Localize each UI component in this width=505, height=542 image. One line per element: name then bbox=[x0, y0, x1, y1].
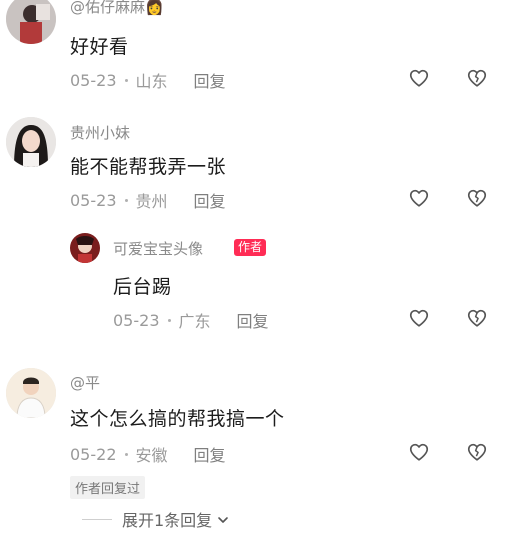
author-badge: 作者 bbox=[234, 239, 267, 256]
expand-replies-button[interactable]: 展开1条回复 bbox=[82, 507, 230, 531]
comment-meta: 05-23 山东 回复 bbox=[70, 68, 226, 92]
author-replied-badge: 作者回复过 bbox=[70, 476, 146, 499]
broken-heart-icon[interactable] bbox=[466, 187, 488, 209]
expand-replies-label: 展开1条回复 bbox=[122, 511, 213, 530]
comment-location: 安徽 bbox=[135, 446, 168, 465]
separator-dot bbox=[124, 452, 128, 456]
comment-text: 好好看 bbox=[70, 36, 129, 58]
comment-username[interactable]: 贵州小妹 bbox=[70, 122, 130, 143]
heart-icon[interactable] bbox=[408, 441, 430, 463]
comment-date: 05-23 bbox=[113, 310, 160, 330]
reply-button[interactable]: 回复 bbox=[237, 308, 269, 332]
separator-dot bbox=[124, 78, 128, 82]
comment-username[interactable]: @平 bbox=[70, 372, 100, 393]
chevron-down-icon bbox=[216, 512, 230, 526]
comment-meta: 05-22 安徽 回复 bbox=[70, 442, 226, 466]
separator-dot bbox=[167, 318, 171, 322]
heart-icon[interactable] bbox=[408, 67, 430, 89]
avatar[interactable] bbox=[70, 233, 100, 263]
reply-text: 后台踢 bbox=[113, 276, 172, 298]
comment-meta: 05-23 广东 回复 bbox=[113, 308, 269, 332]
comment-date: 05-23 bbox=[70, 190, 117, 210]
avatar[interactable] bbox=[6, 117, 56, 167]
reply-button[interactable]: 回复 bbox=[194, 188, 226, 212]
broken-heart-icon[interactable] bbox=[466, 441, 488, 463]
reply-button[interactable]: 回复 bbox=[194, 68, 226, 92]
comment-location: 山东 bbox=[135, 72, 168, 91]
broken-heart-icon[interactable] bbox=[466, 67, 488, 89]
heart-icon[interactable] bbox=[408, 307, 430, 329]
broken-heart-icon[interactable] bbox=[466, 307, 488, 329]
comment-meta: 05-23 贵州 回复 bbox=[70, 188, 226, 212]
comment-text: 这个怎么搞的帮我搞一个 bbox=[70, 408, 285, 430]
reply-button[interactable]: 回复 bbox=[194, 442, 226, 466]
avatar[interactable] bbox=[6, 368, 56, 418]
separator-dot bbox=[124, 198, 128, 202]
reply-username[interactable]: 可爱宝宝头像 bbox=[113, 238, 203, 259]
heart-icon[interactable] bbox=[408, 187, 430, 209]
avatar[interactable] bbox=[6, 0, 56, 44]
comment-date: 05-22 bbox=[70, 444, 117, 464]
comment-username[interactable]: @佑仔麻麻👩 bbox=[70, 0, 164, 17]
comment-date: 05-23 bbox=[70, 70, 117, 90]
divider-line bbox=[82, 518, 112, 520]
comment-text: 能不能帮我弄一张 bbox=[70, 156, 227, 178]
comment-location: 广东 bbox=[178, 312, 211, 331]
comment-location: 贵州 bbox=[135, 192, 168, 211]
